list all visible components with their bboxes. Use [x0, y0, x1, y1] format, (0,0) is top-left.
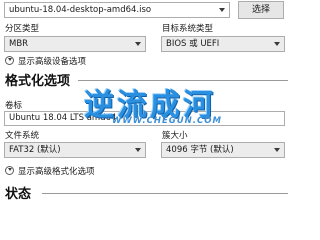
target-system-select[interactable]: BIOS 或 UEFI	[161, 36, 285, 52]
status-section-title: 状态	[5, 187, 32, 202]
chevron-down-icon	[219, 8, 225, 12]
volume-label-caption: 卷标	[5, 101, 23, 111]
partition-scheme-select[interactable]: MBR	[4, 36, 146, 52]
watermark-url: WWW.CHEGUN.COM	[112, 116, 222, 126]
target-system-label: 目标系统类型	[162, 24, 214, 34]
file-system-label: 文件系统	[5, 131, 40, 141]
format-section-title: 格式化选项	[5, 74, 71, 89]
chevron-down-icon	[135, 148, 141, 152]
cluster-size-select[interactable]: 4096 字节 (默认)	[161, 142, 285, 158]
select-button[interactable]: 选择	[238, 1, 284, 19]
file-system-value: FAT32 (默认)	[9, 145, 61, 155]
partition-scheme-value: MBR	[9, 39, 29, 49]
boot-image-field[interactable]: ubuntu-18.04-desktop-amd64.iso	[4, 2, 230, 18]
partition-scheme-label: 分区类型	[5, 24, 40, 34]
toggle-arrow-icon[interactable]	[5, 166, 14, 175]
toggle-arrow-icon[interactable]	[5, 56, 14, 65]
advanced-format-toggle[interactable]: 显示高级格式化选项	[18, 165, 95, 177]
chevron-down-icon	[135, 42, 141, 46]
chevron-down-icon	[274, 42, 280, 46]
target-system-value: BIOS 或 UEFI	[166, 39, 220, 49]
advanced-drive-toggle[interactable]: 显示高级设备选项	[18, 55, 86, 67]
boot-image-value: ubuntu-18.04-desktop-amd64.iso	[9, 5, 152, 15]
cluster-size-label: 簇大小	[162, 131, 188, 141]
file-system-select[interactable]: FAT32 (默认)	[4, 142, 146, 158]
cluster-size-value: 4096 字节 (默认)	[166, 145, 234, 155]
chevron-down-icon	[274, 148, 280, 152]
status-section-divider	[42, 193, 288, 194]
